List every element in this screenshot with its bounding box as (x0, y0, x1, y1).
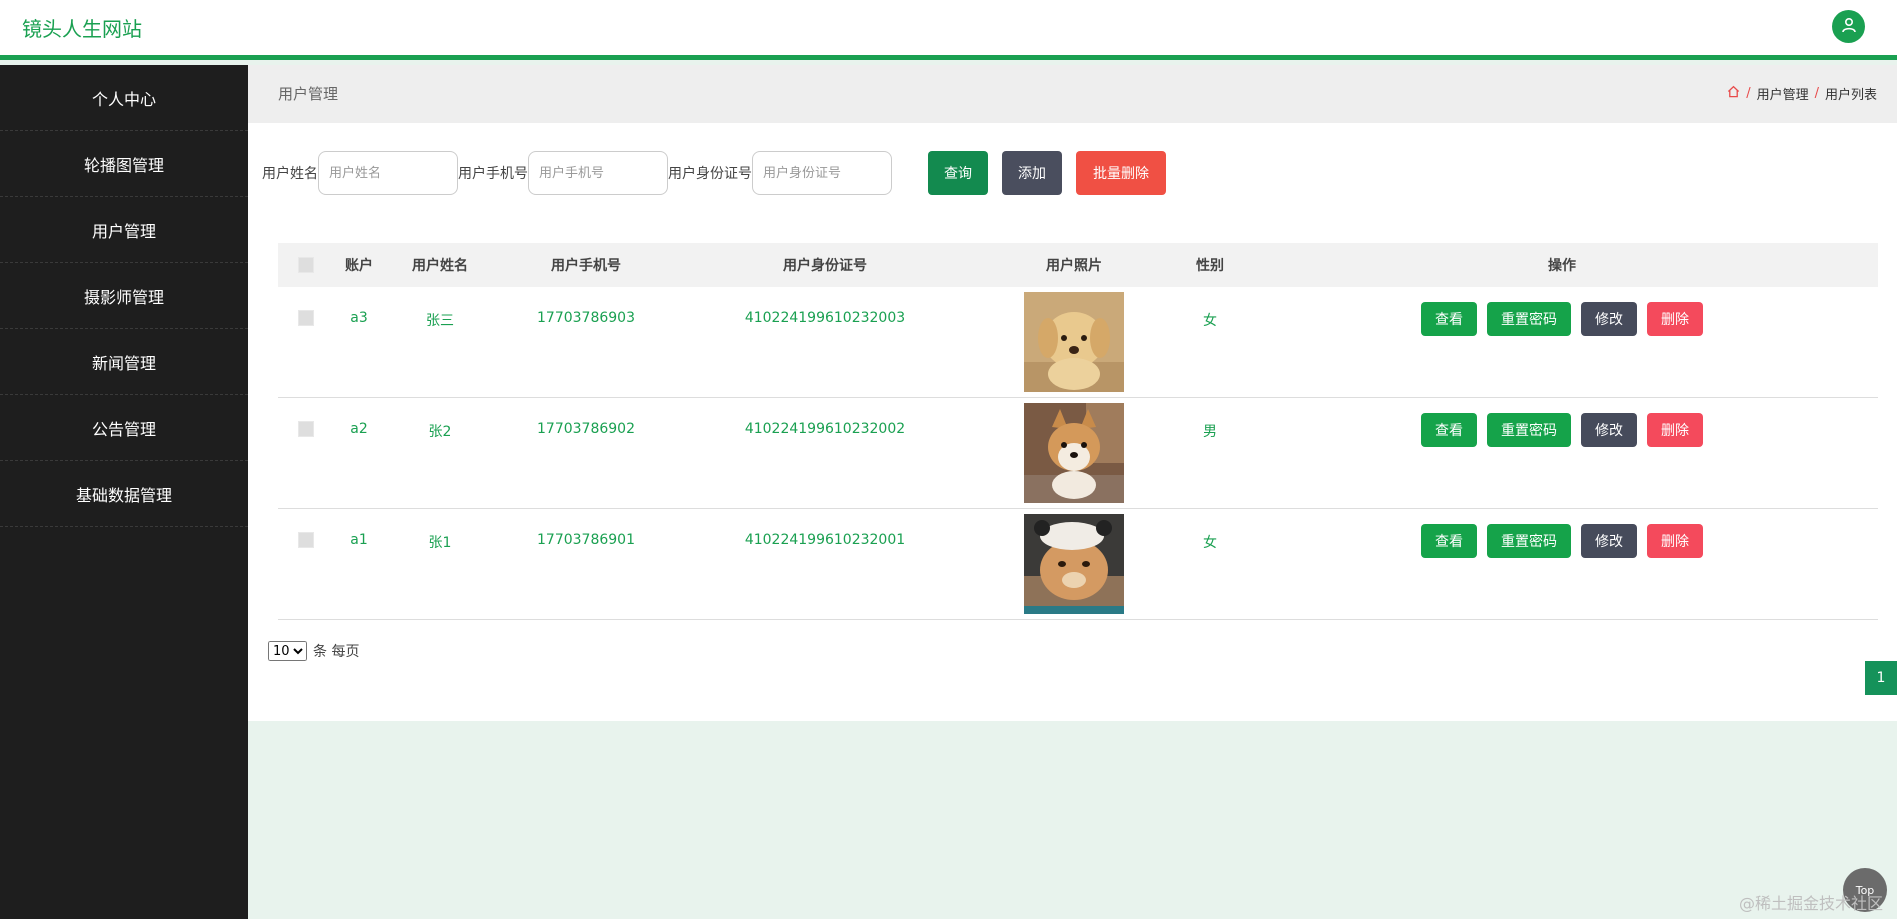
user-table: 账户 用户姓名 用户手机号 用户身份证号 用户照片 性别 操作 a3 张三 17… (278, 243, 1878, 620)
select-all-checkbox[interactable] (298, 257, 314, 273)
table-row: a3 张三 17703786903 410224199610232003 女 查… (278, 287, 1878, 398)
delete-button[interactable]: 删除 (1647, 302, 1703, 336)
phone-label: 用户手机号 (458, 166, 528, 182)
search-form: 用户姓名 用户手机号 用户身份证号 查询 添加 批量删除 (262, 151, 1166, 195)
column-header-idcard: 用户身份证号 (783, 258, 867, 274)
page-header-bar: 用户管理 / 用户管理 / 用户列表 (248, 65, 1897, 123)
column-header-actions: 操作 (1548, 258, 1576, 274)
reset-password-button[interactable]: 重置密码 (1487, 413, 1571, 447)
sidebar-item-carousel[interactable]: 轮播图管理 (0, 131, 248, 197)
page-title: 用户管理 (278, 85, 339, 103)
watermark: @稀土掘金技术社区 (1738, 894, 1883, 913)
site-title[interactable]: 镜头人生网站 (22, 13, 142, 42)
row-checkbox[interactable] (298, 532, 314, 548)
view-button[interactable]: 查看 (1421, 524, 1477, 558)
breadcrumb-item-user-list: 用户列表 (1824, 88, 1877, 103)
page-number-button[interactable]: 1 (1865, 661, 1897, 695)
name-label: 用户姓名 (262, 166, 318, 182)
breadcrumb: / 用户管理 / 用户列表 (1727, 84, 1877, 103)
column-header-photo: 用户照片 (1046, 258, 1102, 274)
sidebar-item-news[interactable]: 新闻管理 (0, 329, 248, 395)
gender-cell: 女 (1203, 313, 1217, 329)
phone-cell: 17703786903 (537, 310, 635, 326)
breadcrumb-separator: / (1746, 86, 1751, 101)
view-button[interactable]: 查看 (1421, 413, 1477, 447)
breadcrumb-separator: / (1814, 86, 1819, 101)
user-avatar-button[interactable] (1832, 10, 1865, 43)
edit-button[interactable]: 修改 (1581, 524, 1637, 558)
idcard-cell: 410224199610232003 (744, 310, 906, 326)
add-button[interactable]: 添加 (1002, 151, 1062, 195)
user-photo-puppy (1024, 292, 1124, 392)
idcard-cell: 410224199610232001 (744, 532, 906, 548)
account-cell: a1 (350, 532, 368, 548)
table-header: 账户 用户姓名 用户手机号 用户身份证号 用户照片 性别 操作 (278, 243, 1878, 287)
main-content: 用户管理 / 用户管理 / 用户列表 用户姓名 用户手机号 用户身份证号 查询 … (248, 65, 1897, 721)
home-icon[interactable] (1727, 85, 1740, 102)
name-search-input[interactable] (318, 151, 458, 195)
user-icon (1841, 17, 1857, 37)
idcard-search-input[interactable] (752, 151, 892, 195)
name-cell: 张2 (428, 424, 452, 440)
batch-delete-button[interactable]: 批量删除 (1076, 151, 1166, 195)
edit-button[interactable]: 修改 (1581, 413, 1637, 447)
breadcrumb-item-users[interactable]: 用户管理 (1757, 84, 1809, 103)
sidebar-nav: 个人中心 轮播图管理 用户管理 摄影师管理 新闻管理 公告管理 基础数据管理 (0, 65, 248, 919)
top-header: 镜头人生网站 (0, 0, 1897, 60)
sidebar-item-users[interactable]: 用户管理 (0, 197, 248, 263)
page-size-select[interactable]: 10 (268, 641, 307, 661)
name-cell: 张三 (426, 313, 454, 329)
column-header-phone: 用户手机号 (551, 258, 621, 274)
idcard-label: 用户身份证号 (668, 166, 752, 182)
phone-search-input[interactable] (528, 151, 668, 195)
reset-password-button[interactable]: 重置密码 (1487, 302, 1571, 336)
table-row: a2 张2 17703786902 410224199610232002 男 查… (278, 398, 1878, 509)
user-photo-shiba (1024, 403, 1124, 503)
user-photo-cat (1024, 514, 1124, 614)
sidebar-item-personal-center[interactable]: 个人中心 (0, 65, 248, 131)
gender-cell: 男 (1203, 424, 1217, 440)
account-cell: a3 (350, 310, 368, 326)
page-size-control: 10 条 每页 (268, 641, 359, 661)
row-checkbox[interactable] (298, 310, 314, 326)
table-row: a1 张1 17703786901 410224199610232001 女 查… (278, 509, 1878, 620)
column-header-name: 用户姓名 (412, 258, 468, 274)
per-page-label: 条 每页 (313, 644, 360, 660)
column-header-gender: 性别 (1196, 258, 1224, 274)
query-button[interactable]: 查询 (928, 151, 988, 195)
column-header-account: 账户 (345, 258, 373, 274)
account-cell: a2 (350, 421, 368, 437)
row-actions: 查看 重置密码 修改 删除 (1421, 413, 1703, 447)
row-actions: 查看 重置密码 修改 删除 (1421, 524, 1703, 558)
phone-cell: 17703786902 (537, 421, 635, 437)
gender-cell: 女 (1203, 535, 1217, 551)
phone-cell: 17703786901 (537, 532, 635, 548)
sidebar-item-announcements[interactable]: 公告管理 (0, 395, 248, 461)
delete-button[interactable]: 删除 (1647, 413, 1703, 447)
idcard-cell: 410224199610232002 (744, 421, 906, 437)
delete-button[interactable]: 删除 (1647, 524, 1703, 558)
view-button[interactable]: 查看 (1421, 302, 1477, 336)
row-checkbox[interactable] (298, 421, 314, 437)
edit-button[interactable]: 修改 (1581, 302, 1637, 336)
row-actions: 查看 重置密码 修改 删除 (1421, 302, 1703, 336)
reset-password-button[interactable]: 重置密码 (1487, 524, 1571, 558)
name-cell: 张1 (428, 535, 452, 551)
sidebar-item-photographers[interactable]: 摄影师管理 (0, 263, 248, 329)
sidebar-item-basic-data[interactable]: 基础数据管理 (0, 461, 248, 527)
